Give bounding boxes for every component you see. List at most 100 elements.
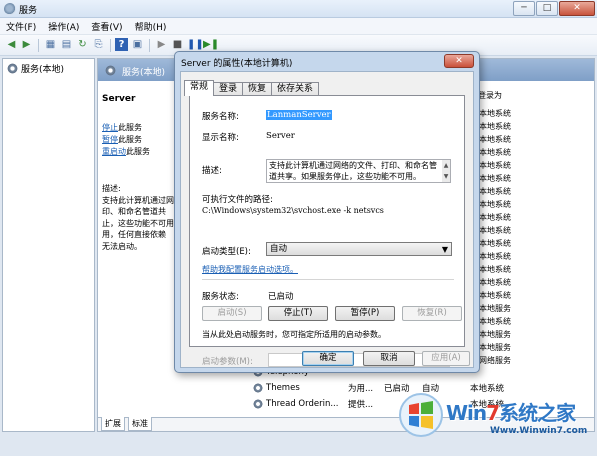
description-label: 描述: (202, 166, 222, 176)
start-button[interactable]: 启动(S) (202, 306, 262, 321)
pause-service-icon[interactable]: ❚❚ (187, 38, 204, 51)
pause-service-link[interactable]: 暂停 (102, 135, 118, 144)
help-icon[interactable]: ? (115, 38, 128, 51)
properties-icon[interactable]: ▤ (60, 38, 73, 51)
tab-standard[interactable]: 标准 (128, 417, 152, 431)
back-icon[interactable]: ◀ (5, 38, 18, 51)
menu-action[interactable]: 操作(A) (48, 20, 79, 33)
console-tree: 服务(本地) (2, 58, 95, 432)
table-cell: 本地系统 (479, 148, 511, 157)
dialog-body: 常规 登录 恢复 依存关系 服务名称: LanmanServer 显示名称: S… (180, 71, 474, 368)
dialog-tabs: 常规 登录 恢复 依存关系 (184, 80, 320, 96)
table-cell: 本地服务 (479, 304, 511, 313)
link-suffix: 此服务 (118, 135, 142, 144)
status-bar (0, 434, 597, 456)
column-header-logon-as[interactable]: 登录为 (478, 90, 502, 101)
help-configure-link[interactable]: 帮助我配置服务启动选项。 (202, 264, 298, 275)
start-params-label: 启动参数(M): (202, 357, 253, 367)
tree-item-services-local[interactable]: 服务(本地) (7, 62, 64, 75)
show-hide-icon[interactable]: ▣ (131, 38, 144, 51)
display-name-value: Server (266, 131, 295, 141)
tab-recovery[interactable]: 恢复 (242, 82, 273, 96)
table-cell: 本地系统 (479, 200, 511, 209)
pane-header-title: 服务(本地) (122, 68, 166, 78)
dialog-title: Server 的属性(本地计算机) (181, 59, 293, 69)
startup-type-select[interactable]: 自动 ▼ (266, 242, 452, 256)
gear-icon (253, 399, 263, 409)
export-list-icon[interactable]: ⎘ (92, 38, 105, 51)
brand-seven: 7 (486, 401, 500, 425)
forward-icon[interactable]: ▶ (20, 38, 33, 51)
dialog-close-button[interactable]: ✕ (444, 54, 474, 68)
table-cell: 本地服务 (479, 343, 511, 352)
table-cell: 本地系统 (479, 317, 511, 326)
path-value: C:\Windows\system32\svchost.exe -k netsv… (202, 206, 384, 215)
brand-prefix: Win (446, 401, 487, 425)
service-desc-cell: 提供... (348, 400, 374, 410)
window-title: 服务 (19, 6, 38, 16)
description-field[interactable]: 支持此计算机通过网络的文件、打印、和命名管道共享。如果服务停止，这些功能不可用。… (266, 159, 451, 183)
menu-help[interactable]: 帮助(H) (135, 20, 167, 33)
table-cell: 本地系统 (479, 187, 511, 196)
pause-service-link-row: 暂停此服务 (102, 134, 142, 145)
menu-view[interactable]: 查看(V) (91, 20, 122, 33)
table-cell: 本地系统 (479, 109, 511, 118)
tab-extended[interactable]: 扩展 (101, 417, 125, 431)
gear-icon (105, 65, 116, 76)
stop-button[interactable]: 停止(T) (268, 306, 328, 321)
table-cell: 本地系统 (479, 161, 511, 170)
table-cell: 本地服务 (479, 330, 511, 339)
tab-dependencies[interactable]: 依存关系 (271, 82, 320, 96)
startup-type-label: 启动类型(E): (202, 247, 251, 257)
logon-column: 本地系统 本地系统 本地系统 本地系统 本地系统 本地系统 本地系统 本地系统 … (479, 107, 511, 367)
table-cell: 本地系统 (479, 174, 511, 183)
table-cell: 本地系统 (479, 122, 511, 131)
divider (202, 279, 454, 280)
window-titlebar: 服务 ─ □ ✕ (0, 0, 597, 18)
start-service-icon[interactable]: ▶ (155, 38, 168, 51)
cancel-button[interactable]: 取消 (363, 351, 415, 366)
service-name-label: 服务名称: (202, 112, 239, 122)
ok-button[interactable]: 确定 (302, 351, 354, 366)
service-status-label: 服务状态: (202, 292, 239, 302)
service-name-cell: Themes (266, 383, 300, 393)
pause-button[interactable]: 暂停(P) (335, 306, 395, 321)
link-suffix: 此服务 (126, 147, 150, 156)
table-cell: 本地系统 (479, 278, 511, 287)
table-cell: 本地系统 (479, 226, 511, 235)
chevron-down-icon: ▼ (441, 245, 448, 254)
general-tab-panel: 服务名称: LanmanServer 显示名称: Server 描述: 支持此计… (189, 95, 465, 367)
brand-suffix: 系统之家 (499, 401, 576, 425)
service-name-value[interactable]: LanmanServer (266, 110, 332, 120)
gear-icon (253, 383, 263, 393)
console-tree-icon[interactable]: ▦ (44, 38, 57, 51)
maximize-button[interactable]: □ (536, 1, 558, 16)
service-name-cell: Thread Orderin... (266, 399, 339, 409)
close-button[interactable]: ✕ (559, 1, 595, 16)
minimize-button[interactable]: ─ (513, 1, 535, 16)
menu-file[interactable]: 文件(F) (6, 20, 36, 33)
display-name-label: 显示名称: (202, 133, 239, 143)
stop-service-link-row: 停止此服务 (102, 122, 142, 133)
tree-item-label: 服务(本地) (21, 65, 65, 75)
apply-button[interactable]: 应用(A) (422, 351, 470, 366)
description-scrollbar[interactable]: ▲ ▼ (442, 160, 450, 182)
stop-service-link[interactable]: 停止 (102, 123, 118, 132)
restart-service-icon[interactable]: ▶❚ (203, 38, 219, 51)
start-params-hint: 当从此处启动服务时，您可指定所适用的启动参数。 (202, 330, 386, 339)
tab-logon[interactable]: 登录 (213, 82, 244, 96)
restart-service-link[interactable]: 重启动 (102, 147, 126, 156)
refresh-icon[interactable]: ↻ (76, 38, 89, 51)
table-cell: 本地系统 (479, 213, 511, 222)
selected-service-name: Server (102, 94, 136, 104)
window-controls: ─ □ ✕ (513, 1, 595, 16)
startup-type-value: 自动 (270, 244, 288, 254)
resume-button[interactable]: 恢复(R) (402, 306, 462, 321)
stop-service-icon[interactable]: ■ (171, 38, 184, 51)
tab-general[interactable]: 常规 (184, 80, 215, 96)
table-cell: 网络服务 (479, 356, 511, 365)
table-cell: 本地系统 (479, 265, 511, 274)
gear-icon (7, 63, 18, 74)
menu-bar: 文件(F) 操作(A) 查看(V) 帮助(H) (0, 18, 597, 35)
link-suffix: 此服务 (118, 123, 142, 132)
